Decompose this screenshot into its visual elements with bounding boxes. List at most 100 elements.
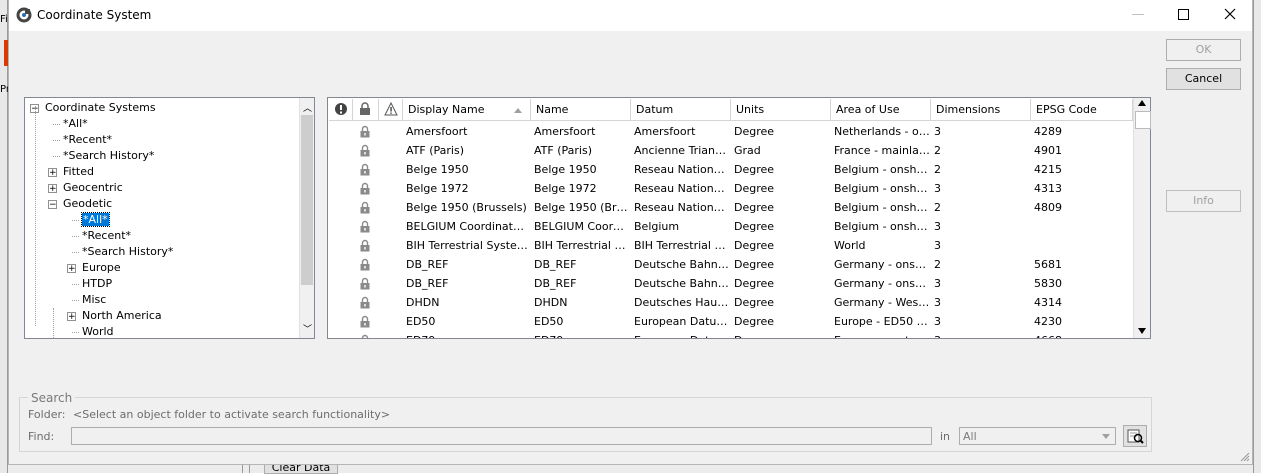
close-icon[interactable] [1222,6,1238,22]
tree-connector [72,220,79,221]
tree-item-label: *Recent* [82,229,132,242]
table-cell: Belgium - onshore [834,201,930,214]
tree-item[interactable]: *All* [81,212,110,228]
scroll-up-icon[interactable]: ︿ [303,101,312,114]
minimize-icon[interactable] [1132,14,1144,15]
column-header-label: Area of Use [836,103,900,116]
scroll-up-icon[interactable] [1138,100,1146,106]
coordinate-system-tree[interactable]: Coordinate Systems − *All* *Recent* *Search … [24,97,315,339]
find-input[interactable] [71,427,932,445]
info-button[interactable]: Info [1166,190,1241,212]
column-header-label: Display Name [408,103,485,116]
tree-item[interactable]: Geocentric [63,180,123,196]
table-row[interactable]: Belge 1950 Belge 1950 Reseau National ... D… [328,160,1133,179]
column-header[interactable]: Dimensions [931,99,1031,121]
column-header[interactable]: Datum [631,99,731,121]
tree-item-label: Coordinate Systems [45,101,156,114]
maximize-icon[interactable] [1178,9,1189,20]
resize-grip-icon[interactable] [1240,452,1250,462]
expand-icon[interactable]: + [67,312,76,322]
table-cell: DB_REF [534,258,577,271]
scroll-down-icon[interactable]: ﹀ [303,322,312,335]
table-cell: 4215 [1034,163,1062,176]
tree-scrollbar[interactable]: ︿ ﹀ [299,98,314,338]
column-header-label: EPSG Code [1036,103,1097,116]
table-row[interactable]: Belge 1972 Belge 1972 Reseau National ... D… [328,179,1133,198]
table-cell: 3 [934,220,941,233]
tree-item-label: World [82,325,114,338]
background-window-edge-right [1253,0,1261,473]
collapse-icon[interactable]: − [48,200,57,210]
ok-button[interactable]: OK [1166,39,1241,61]
table-row[interactable]: DHDN DHDN Deutsches Haupt... Degree Germany … [328,293,1133,312]
search-scope-select[interactable]: All [959,427,1116,445]
tree-item[interactable]: Europe [82,260,121,276]
column-header[interactable]: EPSG Code [1031,99,1133,121]
tree-item-label: *Search History* [82,245,174,258]
table-cell: 4313 [1034,182,1062,195]
table-cell: Degree [734,182,775,195]
table-cell: 2 [934,163,941,176]
lock-icon [359,201,371,217]
table-cell: Degree [734,296,775,309]
coordinate-system-grid: Display Name Name Datum Units Area of Use Dim… [327,97,1151,339]
tree-item-label: *All* [63,117,88,130]
folder-label: Folder: [28,408,66,421]
expand-icon[interactable]: + [48,184,57,194]
column-header-label: Units [736,103,765,116]
table-cell: Deutsche Bahn ... [634,277,730,290]
table-cell: Grad [734,144,761,157]
table-row[interactable]: ED50 ED50 European Datum ... Degree Europe -… [328,312,1133,331]
expand-icon[interactable]: + [67,264,76,274]
tree-item[interactable]: *Recent* [82,228,131,244]
table-row[interactable]: DB_REF DB_REF Deutsche Bahn ... Degree Germa… [328,274,1133,293]
column-header[interactable]: Display Name [403,99,531,121]
table-row[interactable]: ATF (Paris) ATF (Paris) Ancienne Triangu..… [328,141,1133,160]
tree-item[interactable]: Coordinate Systems [45,100,156,116]
table-row[interactable]: ED79 ED79 European Datum ... Degree Europe -… [328,331,1133,338]
tree-item[interactable]: World [82,324,114,338]
warning-icon[interactable] [379,99,403,121]
tree-scroll-thumb[interactable] [301,115,313,285]
table-row[interactable]: DB_REF DB_REF Deutsche Bahn ... Degree Germa… [328,255,1133,274]
table-cell: 3 [934,239,941,252]
table-cell: Belge 1950 [534,163,597,176]
table-row[interactable]: BIH Terrestrial System ... BIH Terrestria… [328,236,1133,255]
search-button[interactable] [1123,425,1147,447]
grid-scroll-thumb[interactable] [1135,111,1151,129]
cancel-button[interactable]: Cancel [1166,68,1241,90]
table-cell: 5830 [1034,277,1062,290]
table-row[interactable]: Amersfoort Amersfoort Amersfoort Degree Neth… [328,122,1133,141]
table-cell: 4289 [1034,125,1062,138]
tree-item[interactable]: *Recent* [63,132,112,148]
tree-item[interactable]: North America [82,308,162,324]
tree-item[interactable]: *Search History* [63,148,154,164]
table-cell: Degree [734,258,775,271]
table-cell: Germany - onshore [834,277,930,290]
table-cell: Deutsche Bahn ... [634,258,730,271]
tree-item[interactable]: HTDP [82,276,112,292]
table-cell: 3 [934,277,941,290]
column-header[interactable]: Name [531,99,631,121]
tree-connector [72,252,79,253]
lock-icon [359,334,371,338]
table-row[interactable]: BELGIUM Coordinate S... BELGIUM Coordi...… [328,217,1133,236]
table-row[interactable]: Belge 1950 (Brussels) Belge 1950 (Brus...… [328,198,1133,217]
table-cell: Amersfoort [634,125,696,138]
tree-item-label: Fitted [63,165,94,178]
tree-item[interactable]: Fitted [63,164,94,180]
lock-icon [359,239,371,255]
lock-icon[interactable] [353,99,379,121]
tree-item[interactable]: *Search History* [82,244,173,260]
warning-circle-icon[interactable] [329,99,353,121]
expand-icon[interactable]: + [48,168,57,178]
tree-item-label: Geodetic [63,197,113,210]
table-cell: Germany - onshore [834,258,930,271]
tree-item[interactable]: Misc [82,292,106,308]
grid-scrollbar[interactable] [1133,98,1151,338]
column-header[interactable]: Units [731,99,831,121]
scroll-down-icon[interactable] [1138,328,1146,334]
tree-item[interactable]: Geodetic [63,196,112,212]
tree-item[interactable]: *All* [63,116,88,132]
column-header[interactable]: Area of Use [831,99,931,121]
